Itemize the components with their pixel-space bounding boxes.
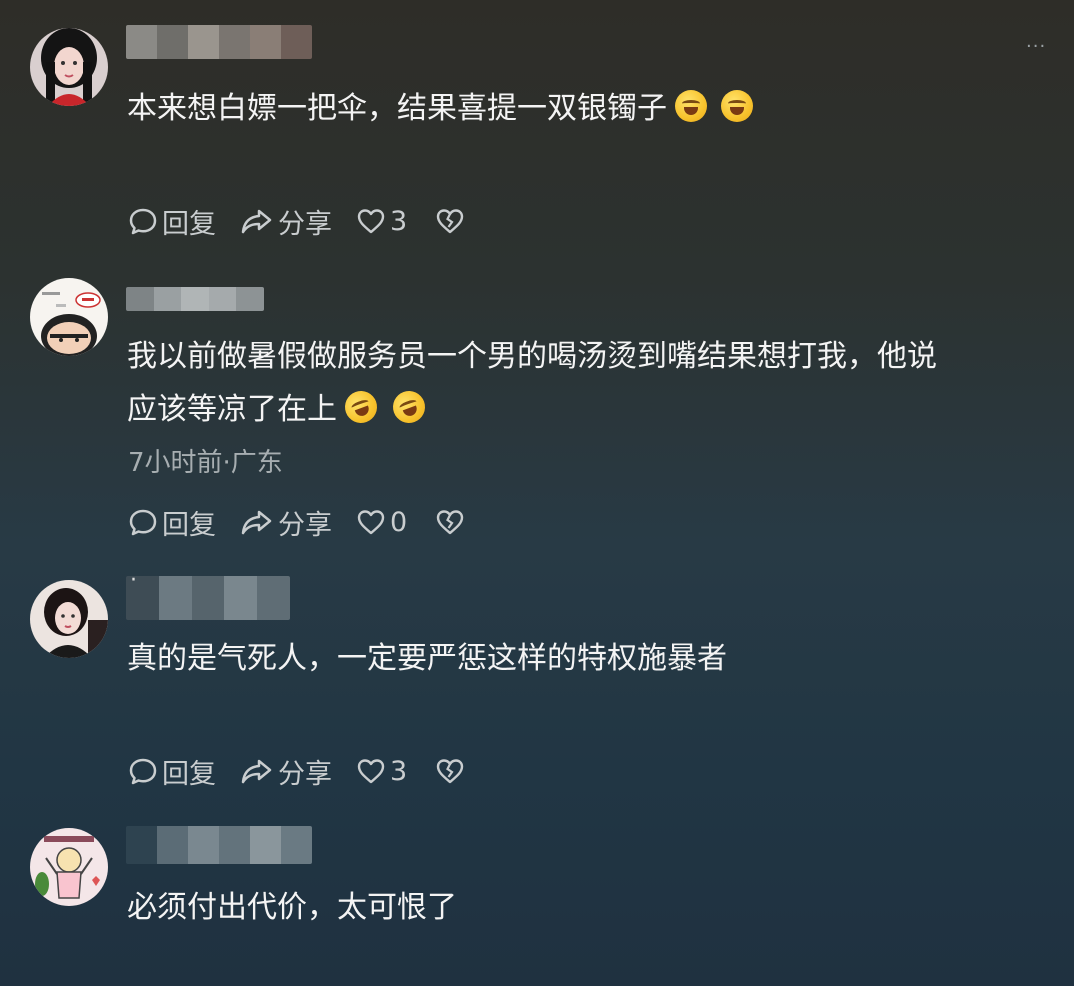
more-options-button[interactable]: ··· — [1026, 38, 1060, 56]
heart-icon — [357, 510, 385, 535]
like-button[interactable]: 3 — [356, 206, 407, 237]
comment-bubble-icon — [129, 509, 157, 536]
share-arrow-icon — [241, 209, 272, 234]
like-button[interactable]: 3 — [356, 756, 407, 787]
comment-actions: 回复 分享 3 — [128, 755, 493, 790]
comment-text: 本来想白嫖一把伞，结果喜提一双银镯子 — [127, 82, 753, 135]
avatar[interactable] — [30, 278, 108, 356]
heart-icon — [357, 209, 385, 234]
dislike-button[interactable] — [435, 508, 469, 536]
comment-actions: 回复 分享 0 — [128, 506, 493, 541]
comment-time-location: 7小时前·广东 — [128, 448, 283, 478]
share-label: 分享 — [278, 758, 332, 790]
rolling-laugh-emoji — [340, 386, 382, 428]
reply-button[interactable]: 回复 — [128, 202, 216, 241]
username-blurred[interactable] — [126, 25, 312, 59]
like-button[interactable]: 0 — [356, 507, 407, 538]
broken-heart-icon — [436, 759, 464, 784]
share-arrow-icon — [241, 510, 272, 535]
username-blurred[interactable] — [126, 826, 312, 864]
share-button[interactable]: 分享 — [240, 503, 332, 542]
comment-actions: 回复 分享 3 — [128, 205, 493, 240]
share-label: 分享 — [278, 509, 332, 541]
comment-bubble-icon — [129, 208, 157, 235]
reply-button[interactable]: 回复 — [128, 752, 216, 791]
comment-text: 我以前做暑假做服务员一个男的喝汤烫到嘴结果想打我，他说 — [127, 339, 937, 374]
cry-laugh-emoji — [675, 90, 707, 122]
rolling-laugh-emoji — [388, 386, 430, 428]
comment-text-line-2: 应该等凉了在上 — [127, 383, 430, 436]
broken-heart-icon — [436, 209, 464, 234]
avatar[interactable] — [30, 828, 108, 906]
avatar[interactable] — [30, 580, 108, 658]
cry-laugh-emoji — [721, 90, 753, 122]
heart-icon — [357, 759, 385, 784]
share-label: 分享 — [278, 208, 332, 240]
share-arrow-icon — [241, 759, 272, 784]
dislike-button[interactable] — [435, 757, 469, 785]
dislike-button[interactable] — [435, 207, 469, 235]
like-count: 0 — [390, 506, 408, 538]
avatar[interactable] — [30, 28, 108, 106]
comment-bubble-icon — [129, 758, 157, 785]
like-count: 3 — [390, 755, 408, 787]
share-button[interactable]: 分享 — [240, 752, 332, 791]
comment-text: 真的是气死人，一定要严惩这样的特权施暴者 — [127, 641, 727, 676]
broken-heart-icon — [436, 510, 464, 535]
share-button[interactable]: 分享 — [240, 202, 332, 241]
comment-text: 必须付出代价，太可恨了 — [127, 890, 457, 925]
reply-label: 回复 — [162, 208, 216, 240]
username-blurred[interactable]: · — [126, 576, 290, 620]
reply-label: 回复 — [162, 509, 216, 541]
username-blurred[interactable] — [126, 287, 264, 311]
reply-button[interactable]: 回复 — [128, 503, 216, 542]
reply-label: 回复 — [162, 758, 216, 790]
like-count: 3 — [390, 205, 408, 237]
